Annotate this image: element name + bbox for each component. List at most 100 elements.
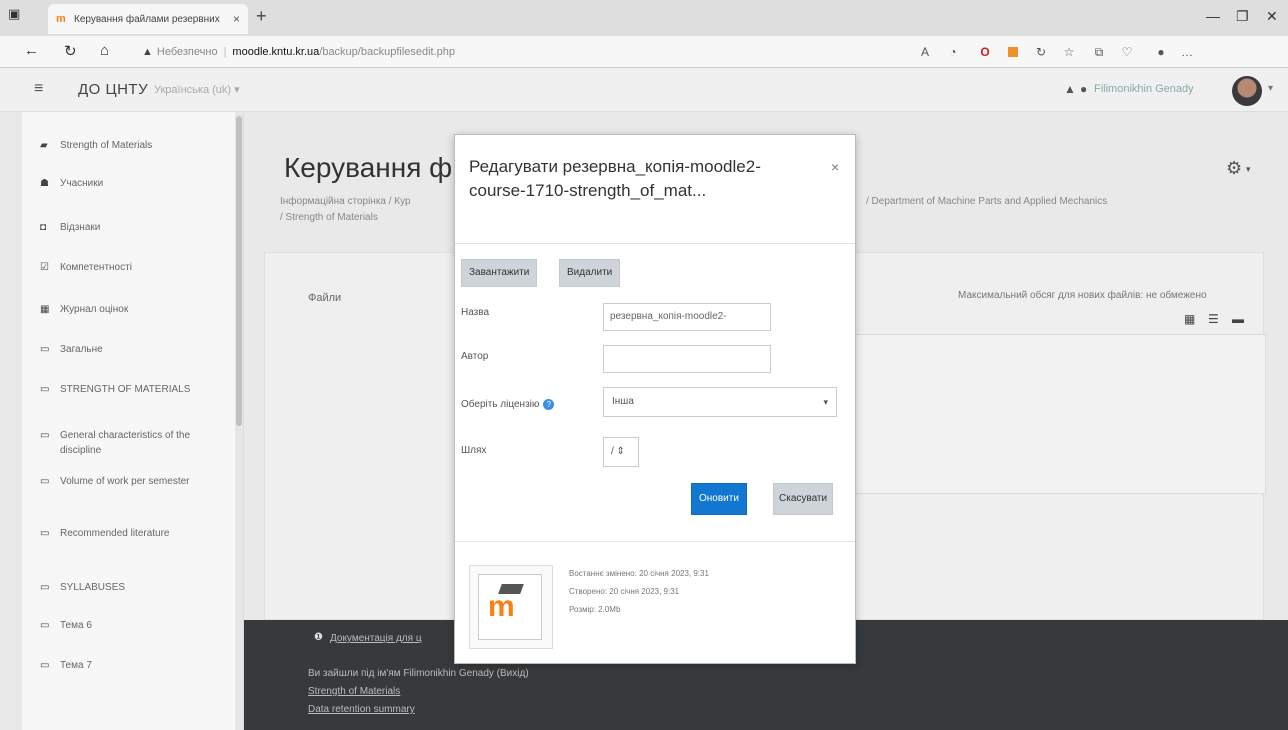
sidebar-item-course[interactable]: ▰ Strength of Materials <box>22 138 234 153</box>
course-link[interactable]: Strength of Materials <box>308 686 400 697</box>
path-select[interactable]: / ⇕ <box>603 437 639 467</box>
browser-tab-bar: ▣ m Керування файлами резервних × + — ❐ … <box>0 0 1288 36</box>
files-label: Файли <box>308 292 342 304</box>
url-host: moodle.kntu.kr.ua <box>232 46 320 58</box>
read-aloud-icon[interactable]: A <box>918 45 932 59</box>
sidebar-scrollbar[interactable] <box>235 112 243 730</box>
sidebar-item-competencies[interactable]: ☑ Компетентності <box>22 260 234 275</box>
license-select[interactable]: Інша ▾ <box>603 387 837 417</box>
docs-link[interactable]: Документація для ц <box>330 633 422 644</box>
delete-button[interactable]: Видалити <box>559 259 621 287</box>
gear-icon[interactable]: ⚙ <box>1226 158 1242 179</box>
graduation-cap-icon <box>498 584 524 594</box>
folder-view-icon[interactable]: ▬ <box>1232 312 1244 326</box>
home-icon[interactable]: ⌂ <box>100 42 109 59</box>
notifications-icon[interactable]: ▲ <box>1064 82 1076 96</box>
update-button[interactable]: Оновити <box>691 483 747 515</box>
mortarboard-icon: ▰ <box>40 140 48 151</box>
sidebar-scroll-thumb[interactable] <box>236 116 242 426</box>
collections-icon[interactable]: ⧉ <box>1092 45 1106 59</box>
modified-text: Востаннє змінено: 20 січня 2023, 9:31 <box>569 569 709 578</box>
path-label: Шлях <box>461 445 487 456</box>
grid-view-icon[interactable]: ▦ <box>1184 312 1195 326</box>
maximize-icon[interactable]: ❐ <box>1236 8 1249 25</box>
max-size-text: Максимальний обсяг для нових файлів: не … <box>958 290 1207 301</box>
avatar[interactable] <box>1232 76 1262 106</box>
license-label-row: Оберіть ліцензію? <box>461 399 555 410</box>
user-menu-caret-icon[interactable]: ▾ <box>1268 83 1273 94</box>
badge-icon: ◘ <box>40 222 47 233</box>
profile-icon[interactable]: ● <box>1154 45 1168 59</box>
sidebar-item-general[interactable]: ▭ Загальне <box>22 342 234 357</box>
minimize-icon[interactable]: — <box>1206 8 1220 24</box>
sidebar-item-topic-7[interactable]: ▭ Тема 7 <box>22 658 234 673</box>
opera-extension-icon[interactable]: O <box>978 45 992 59</box>
drawer-toggle-icon[interactable]: ≡ <box>34 80 43 98</box>
moodle-favicon-icon: m <box>56 13 66 25</box>
url-path: /backup/backupfilesedit.php <box>319 46 456 58</box>
window-menu-icon[interactable]: ▣ <box>8 6 28 26</box>
close-window-icon[interactable]: ✕ <box>1266 8 1278 25</box>
size-text: Розмір: 2.0Mb <box>569 605 621 614</box>
refresh-extension-icon[interactable]: ↻ <box>1034 45 1048 59</box>
breadcrumb[interactable]: Інформаційна сторінка / Кур <box>280 196 411 207</box>
favorites-icon[interactable]: ☆ <box>1062 45 1076 59</box>
help-icon[interactable]: ? <box>543 399 555 410</box>
author-field[interactable] <box>603 345 771 373</box>
sidebar-item-volume[interactable]: ▭ Volume of work per semester <box>22 474 234 489</box>
name-field[interactable]: резервна_копія-moodle2- <box>603 303 771 331</box>
page-title: Керування ф <box>284 152 453 183</box>
messages-icon[interactable]: ● <box>1080 82 1087 96</box>
file-thumbnail: m <box>469 565 553 649</box>
back-icon[interactable]: ← <box>24 42 39 59</box>
file-area[interactable] <box>848 334 1266 494</box>
breadcrumb-course[interactable]: / Strength of Materials <box>280 212 378 223</box>
sidebar-item-badges[interactable]: ◘ Відзнаки <box>22 220 234 235</box>
breadcrumb-department[interactable]: / Department of Machine Parts and Applie… <box>866 196 1107 207</box>
chevron-down-icon[interactable]: ▾ <box>1246 164 1251 175</box>
edit-file-dialog: Редагувати резервна_копія-moodle2-course… <box>454 134 856 664</box>
folder-icon: ▭ <box>40 660 50 671</box>
license-value: Інша <box>612 396 634 407</box>
tab-close-icon[interactable]: × <box>233 12 240 26</box>
cancel-button[interactable]: Скасувати <box>773 483 834 515</box>
reload-icon[interactable]: ↻ <box>64 42 77 60</box>
sidebar-item-literature[interactable]: ▭ Recommended literature <box>22 526 234 541</box>
logged-in-text[interactable]: Ви зайшли під ім'ям Filimonikhin Genady … <box>308 668 529 679</box>
grades-icon: ▦ <box>40 304 50 315</box>
url-separator: | <box>223 46 227 58</box>
sidebar-item-topic-6[interactable]: ▭ Тема 6 <box>22 618 234 633</box>
user-name[interactable]: Filimonikhin Genady <box>1094 83 1194 95</box>
check-icon: ☑ <box>40 262 49 273</box>
new-tab-button[interactable]: + <box>256 6 267 27</box>
chevron-down-icon: ▾ <box>823 397 828 407</box>
folder-icon: ▭ <box>40 582 50 593</box>
site-brand[interactable]: ДО ЦНТУ <box>78 81 148 98</box>
sidebar-item-grades[interactable]: ▦ Журнал оцінок <box>22 302 234 317</box>
sidebar-item-strength[interactable]: ▭ STRENGTH OF MATERIALS <box>22 382 234 397</box>
close-icon[interactable]: × <box>831 159 839 175</box>
orange-extension-icon[interactable] <box>1008 47 1018 57</box>
folder-icon: ▭ <box>40 344 50 355</box>
retention-link[interactable]: Data retention summary <box>308 704 415 715</box>
help-circle-icon: ❶ <box>314 632 323 643</box>
sidebar-item-characteristics[interactable]: ▭ General characteristics of the discipli… <box>22 428 234 458</box>
security-label: Небезпечно <box>156 46 218 58</box>
performance-icon[interactable]: ♡ <box>1120 45 1134 59</box>
folder-icon: ▭ <box>40 528 50 539</box>
language-menu[interactable]: Українська (uk) ▾ <box>154 83 240 96</box>
sidebar-item-syllabuses[interactable]: ▭ SYLLABUSES <box>22 580 234 595</box>
folder-icon: ▭ <box>40 620 50 631</box>
list-view-icon[interactable]: ☰ <box>1208 312 1219 326</box>
more-options-icon[interactable]: … <box>1180 45 1194 59</box>
download-button[interactable]: Завантажити <box>461 259 538 287</box>
users-icon: ☗ <box>40 178 49 189</box>
course-nav-drawer: ▰ Strength of Materials ☗ Учасники ◘ Відзна… <box>22 112 244 730</box>
author-label: Автор <box>461 351 489 362</box>
sidebar-item-participants[interactable]: ☗ Учасники <box>22 176 234 191</box>
browser-tab[interactable]: m Керування файлами резервних × <box>48 4 248 34</box>
folder-icon: ▭ <box>40 384 50 395</box>
name-label: Назва <box>461 307 490 318</box>
url-field[interactable]: ▲ Небезпечно | moodle.kntu.kr.ua /backup… <box>142 40 902 64</box>
extension-icon[interactable]: ◔ <box>946 45 960 59</box>
